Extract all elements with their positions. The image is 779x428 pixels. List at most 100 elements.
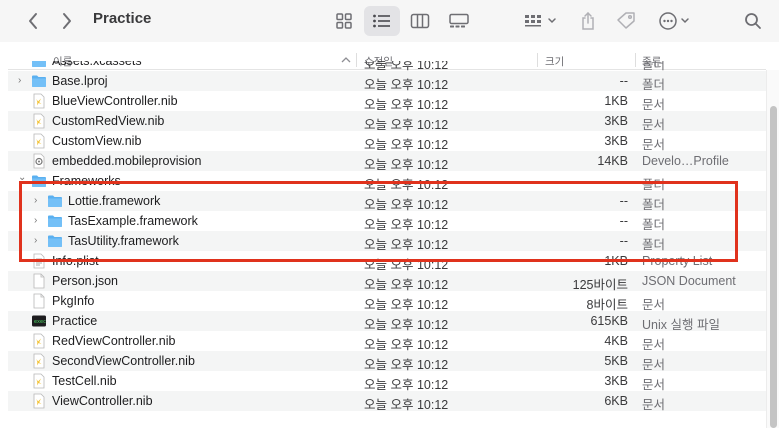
folder-icon bbox=[47, 213, 63, 229]
disclosure-open-icon[interactable]: ⌄ bbox=[18, 172, 26, 184]
nib-file-icon bbox=[31, 373, 47, 389]
tag-icon bbox=[617, 12, 635, 29]
tags-button[interactable] bbox=[612, 6, 640, 36]
back-button[interactable] bbox=[22, 6, 44, 36]
file-size: 3KB bbox=[604, 374, 628, 388]
file-name: Practice bbox=[52, 314, 98, 328]
chevron-right-icon bbox=[63, 13, 71, 29]
file-row[interactable]: SecondViewController.nib 오늘 오후 10:12 5KB 문서 bbox=[8, 351, 766, 372]
file-list: Assets.xcassets 오늘 오후 10:12 폴더 › Base.lproj 오… bbox=[8, 61, 766, 428]
nib-file-icon bbox=[31, 93, 47, 109]
gallery-view-button[interactable] bbox=[444, 6, 474, 36]
file-row[interactable]: TestCell.nib 오늘 오후 10:12 3KB 문서 bbox=[8, 371, 766, 392]
file-name: TestCell.nib bbox=[52, 374, 117, 388]
file-kind: Property List bbox=[642, 254, 713, 268]
file-row[interactable]: Assets.xcassets 오늘 오후 10:12 폴더 bbox=[8, 61, 766, 72]
file-size: 5KB bbox=[604, 354, 628, 368]
executable-icon: exec bbox=[31, 313, 47, 329]
file-size: -- bbox=[619, 194, 628, 208]
file-kind: JSON Document bbox=[642, 274, 736, 288]
file-row[interactable]: CustomRedView.nib 오늘 오후 10:12 3KB 문서 bbox=[8, 111, 766, 132]
folder-icon bbox=[47, 193, 63, 209]
nib-file-icon bbox=[31, 333, 47, 349]
file-name: Base.lproj bbox=[52, 74, 108, 88]
file-row[interactable]: › Lottie.framework 오늘 오후 10:12 -- 폴더 bbox=[8, 191, 766, 212]
column-view-button[interactable] bbox=[406, 6, 434, 36]
toolbar: Practice bbox=[0, 0, 779, 42]
window-title: Practice bbox=[93, 10, 152, 27]
file-size: 615KB bbox=[590, 314, 628, 328]
file-name: Lottie.framework bbox=[68, 194, 161, 208]
file-size: -- bbox=[619, 174, 628, 188]
file-name: embedded.mobileprovision bbox=[52, 154, 202, 168]
nib-file-icon bbox=[31, 133, 47, 149]
file-row[interactable]: embedded.mobileprovision 오늘 오후 10:12 14KB D… bbox=[8, 151, 766, 172]
folder-icon bbox=[47, 233, 63, 249]
file-row[interactable]: RedViewController.nib 오늘 오후 10:12 4KB 문서 bbox=[8, 331, 766, 352]
disclosure-closed-icon[interactable]: › bbox=[18, 75, 21, 87]
file-name: Assets.xcassets bbox=[52, 61, 142, 68]
file-name: Frameworks bbox=[52, 174, 121, 188]
file-name: CustomRedView.nib bbox=[52, 114, 165, 128]
list-view-button[interactable] bbox=[364, 6, 400, 36]
nib-file-icon bbox=[31, 113, 47, 129]
file-name: CustomView.nib bbox=[52, 134, 142, 148]
file-row[interactable]: PkgInfo 오늘 오후 10:12 8바이트 문서 bbox=[8, 291, 766, 312]
list-icon bbox=[373, 14, 390, 28]
disclosure-closed-icon[interactable]: › bbox=[34, 235, 37, 247]
file-row[interactable]: BlueViewController.nib 오늘 오후 10:12 1KB 문서 bbox=[8, 91, 766, 112]
file-name: Info.plist bbox=[52, 254, 99, 268]
file-row[interactable]: Person.json 오늘 오후 10:12 125바이트 JSON Documen… bbox=[8, 271, 766, 292]
file-row[interactable]: › TasExample.framework 오늘 오후 10:12 -- 폴더 bbox=[8, 211, 766, 232]
file-size: -- bbox=[619, 234, 628, 248]
nib-file-icon bbox=[31, 393, 47, 409]
document-icon bbox=[31, 293, 47, 309]
nib-file-icon bbox=[31, 353, 47, 369]
share-button[interactable] bbox=[576, 6, 600, 36]
file-size: 4KB bbox=[604, 334, 628, 348]
file-name: TasExample.framework bbox=[68, 214, 198, 228]
gallery-icon bbox=[449, 13, 469, 28]
file-name: RedViewController.nib bbox=[52, 334, 176, 348]
file-name: Person.json bbox=[52, 274, 119, 288]
file-row[interactable]: Info.plist 오늘 오후 10:12 1KB Property List bbox=[8, 251, 766, 272]
file-kind: Develo…Profile bbox=[642, 154, 729, 168]
columns-icon bbox=[410, 13, 430, 29]
group-by-button[interactable] bbox=[519, 6, 561, 36]
folder-icon bbox=[31, 61, 47, 69]
file-size: -- bbox=[619, 74, 628, 88]
search-icon bbox=[745, 13, 761, 29]
file-size: 1KB bbox=[604, 254, 628, 268]
grid-icon bbox=[336, 13, 352, 29]
file-name: BlueViewController.nib bbox=[52, 94, 178, 108]
chevron-left-icon bbox=[29, 13, 37, 29]
file-row[interactable]: ⌄ Frameworks 오늘 오후 10:12 -- 폴더 bbox=[8, 171, 766, 192]
file-row[interactable]: CustomView.nib 오늘 오후 10:12 3KB 문서 bbox=[8, 131, 766, 152]
file-row[interactable]: ViewController.nib 오늘 오후 10:12 6KB 문서 bbox=[8, 391, 766, 412]
file-kind: 문서 bbox=[642, 398, 666, 412]
file-size: 3KB bbox=[604, 114, 628, 128]
file-row[interactable]: exec Practice 오늘 오후 10:12 615KB Unix 실행 파일 bbox=[8, 311, 766, 332]
action-menu-button[interactable] bbox=[654, 6, 698, 36]
vertical-scrollbar[interactable] bbox=[766, 70, 779, 428]
file-name: PkgInfo bbox=[52, 294, 95, 308]
svg-text:exec: exec bbox=[34, 319, 46, 325]
folder-icon bbox=[31, 73, 47, 89]
share-icon bbox=[582, 11, 594, 30]
group-grid-icon bbox=[525, 15, 556, 27]
disclosure-closed-icon[interactable]: › bbox=[34, 215, 37, 227]
file-row[interactable]: › Base.lproj 오늘 오후 10:12 -- 폴더 bbox=[8, 71, 766, 92]
icon-view-button[interactable] bbox=[330, 6, 358, 36]
scrollbar-thumb[interactable] bbox=[770, 106, 777, 428]
file-size: 6KB bbox=[604, 394, 628, 408]
search-button[interactable] bbox=[740, 6, 766, 36]
file-name: SecondViewController.nib bbox=[52, 354, 195, 368]
file-row[interactable]: › TasUtility.framework 오늘 오후 10:12 -- 폴더 bbox=[8, 231, 766, 252]
file-size: 14KB bbox=[597, 154, 628, 168]
folder-icon bbox=[31, 173, 47, 189]
file-date: 오늘 오후 10:12 bbox=[364, 398, 449, 412]
file-size: 3KB bbox=[604, 134, 628, 148]
disclosure-closed-icon[interactable]: › bbox=[34, 195, 37, 207]
forward-button[interactable] bbox=[56, 6, 78, 36]
file-size: 1KB bbox=[604, 94, 628, 108]
